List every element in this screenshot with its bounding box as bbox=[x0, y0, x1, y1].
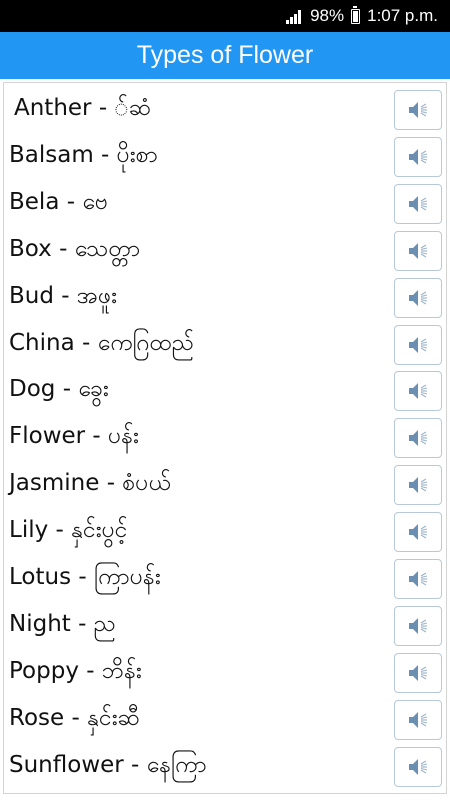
list-item: China - ကေဂြထည် bbox=[4, 322, 446, 368]
play-sound-button[interactable] bbox=[394, 90, 442, 130]
list-item: Lily - နှင်းပွင့် bbox=[4, 509, 446, 555]
list-item: Jasmine - စံပယ် bbox=[4, 462, 446, 508]
flower-term: Flower - ပန်း bbox=[9, 423, 139, 450]
flower-term: Bud - အဖူး bbox=[9, 282, 117, 309]
speaker-icon bbox=[406, 193, 430, 215]
flower-term: Rose - နှင်းဆီ bbox=[9, 704, 140, 731]
play-sound-button[interactable] bbox=[394, 559, 442, 599]
play-sound-button[interactable] bbox=[394, 605, 442, 646]
speaker-icon bbox=[406, 99, 430, 121]
play-sound-button[interactable] bbox=[394, 465, 442, 506]
speaker-icon bbox=[406, 521, 430, 543]
speaker-icon bbox=[406, 427, 430, 449]
list-item: Bud - အဖူး bbox=[4, 275, 446, 321]
flower-term: Dog - ခွေး bbox=[9, 376, 109, 403]
speaker-icon bbox=[406, 334, 430, 356]
list-item: Rose - နှင်းဆီ bbox=[4, 697, 446, 743]
speaker-icon bbox=[406, 146, 430, 168]
speaker-icon bbox=[406, 709, 430, 731]
play-sound-button[interactable] bbox=[394, 699, 442, 740]
list-item: Balsam - ပိုးစာ bbox=[4, 134, 446, 180]
play-sound-button[interactable] bbox=[394, 746, 442, 787]
battery-percent: 98% bbox=[310, 6, 345, 25]
list-item: Box - သေတ္တာ bbox=[4, 228, 446, 274]
flower-term: Anther - ်ဆံ bbox=[14, 95, 151, 121]
play-sound-button[interactable] bbox=[394, 324, 442, 365]
list-item: Dog - ခွေး bbox=[4, 368, 446, 414]
list-item: Flower - ပန်း bbox=[4, 415, 446, 461]
battery-icon bbox=[351, 5, 361, 24]
flower-term: China - ကေဂြထည် bbox=[9, 329, 195, 356]
play-sound-button[interactable] bbox=[394, 183, 442, 224]
speaker-icon bbox=[406, 287, 430, 309]
play-sound-button[interactable] bbox=[394, 277, 442, 318]
play-sound-button[interactable] bbox=[394, 230, 442, 271]
clock: 1:07 p.m. bbox=[367, 6, 438, 25]
status-bar: 98% 1:07 p.m. bbox=[0, 0, 450, 32]
play-sound-button[interactable] bbox=[394, 136, 442, 177]
flower-list[interactable]: Anther - ်ဆံ Balsam - ပိုးစာ Bela - ဗေ Box … bbox=[3, 82, 447, 794]
speaker-icon bbox=[406, 662, 430, 684]
list-item: Anther - ်ဆံ bbox=[4, 87, 446, 133]
flower-term: Lotus - ကြာပန်း bbox=[9, 564, 161, 590]
flower-term: Sunflower - နေကြာ bbox=[9, 751, 207, 778]
speaker-icon bbox=[406, 568, 430, 590]
flower-term: Jasmine - စံပယ် bbox=[9, 470, 171, 497]
app-bar: Types of Flower bbox=[0, 32, 450, 79]
play-sound-button[interactable] bbox=[394, 371, 442, 412]
list-item: Sunflower - နေကြာ bbox=[4, 744, 446, 790]
play-sound-button[interactable] bbox=[394, 652, 442, 693]
speaker-icon bbox=[406, 240, 430, 262]
play-sound-button[interactable] bbox=[394, 512, 442, 553]
flower-term: Lily - နှင်းပွင့် bbox=[9, 517, 128, 544]
flower-term: Night - ည bbox=[9, 610, 116, 637]
list-item: Bela - ဗေ bbox=[4, 181, 446, 227]
play-sound-button[interactable] bbox=[394, 418, 442, 459]
page-title: Types of Flower bbox=[136, 41, 314, 69]
signal-icon bbox=[286, 8, 304, 24]
speaker-icon bbox=[406, 380, 430, 402]
speaker-icon bbox=[406, 615, 430, 637]
list-item: Poppy - ဘိန်း bbox=[4, 650, 446, 696]
flower-term: Poppy - ဘိန်း bbox=[9, 657, 142, 684]
flower-term: Bela - ဗေ bbox=[9, 188, 108, 215]
flower-term: Box - သေတ္တာ bbox=[9, 235, 141, 262]
speaker-icon bbox=[406, 474, 430, 496]
speaker-icon bbox=[406, 756, 430, 778]
flower-term: Balsam - ပိုးစာ bbox=[9, 141, 159, 168]
list-item: Night - ည bbox=[4, 603, 446, 649]
list-item: Lotus - ကြာပန်း bbox=[4, 556, 446, 602]
